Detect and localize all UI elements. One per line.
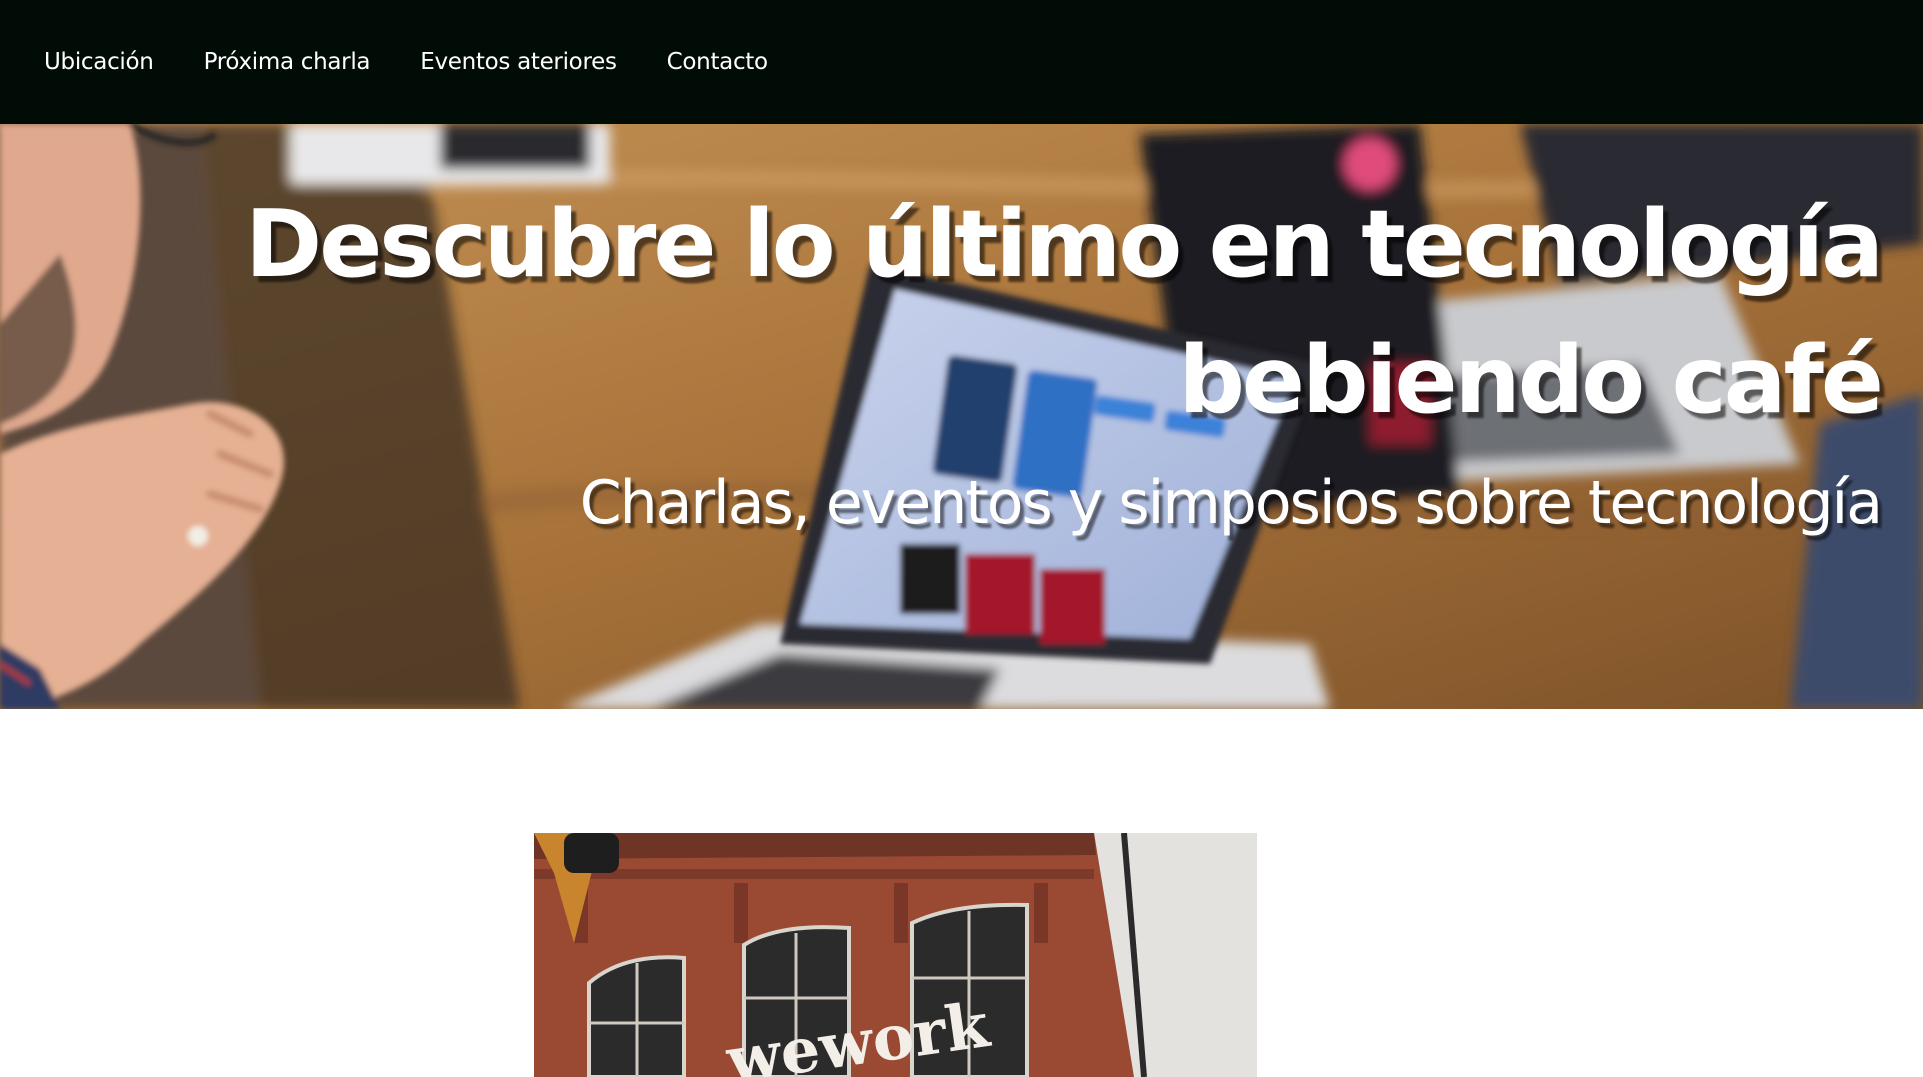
nav-link-eventos-anteriores[interactable]: Eventos ateriores <box>420 49 617 75</box>
hero-text-block: Descubre lo último en tecnología bebiend… <box>51 176 1884 540</box>
venue-building-image: wework <box>534 833 1257 1077</box>
hero-banner: Descubre lo último en tecnología bebiend… <box>0 124 1923 709</box>
nav-link-proxima-charla[interactable]: Próxima charla <box>204 49 371 75</box>
top-navigation: Ubicación Próxima charla Eventos aterior… <box>0 0 1923 124</box>
nav-link-contacto[interactable]: Contacto <box>667 49 768 75</box>
venue-photo: wework <box>534 833 1257 1077</box>
hero-title: Descubre lo último en tecnología bebiend… <box>245 190 1884 434</box>
hero-subtitle: Charlas, eventos y simposios sobre tecno… <box>579 468 1883 538</box>
nav-link-ubicacion[interactable]: Ubicación <box>44 49 154 75</box>
